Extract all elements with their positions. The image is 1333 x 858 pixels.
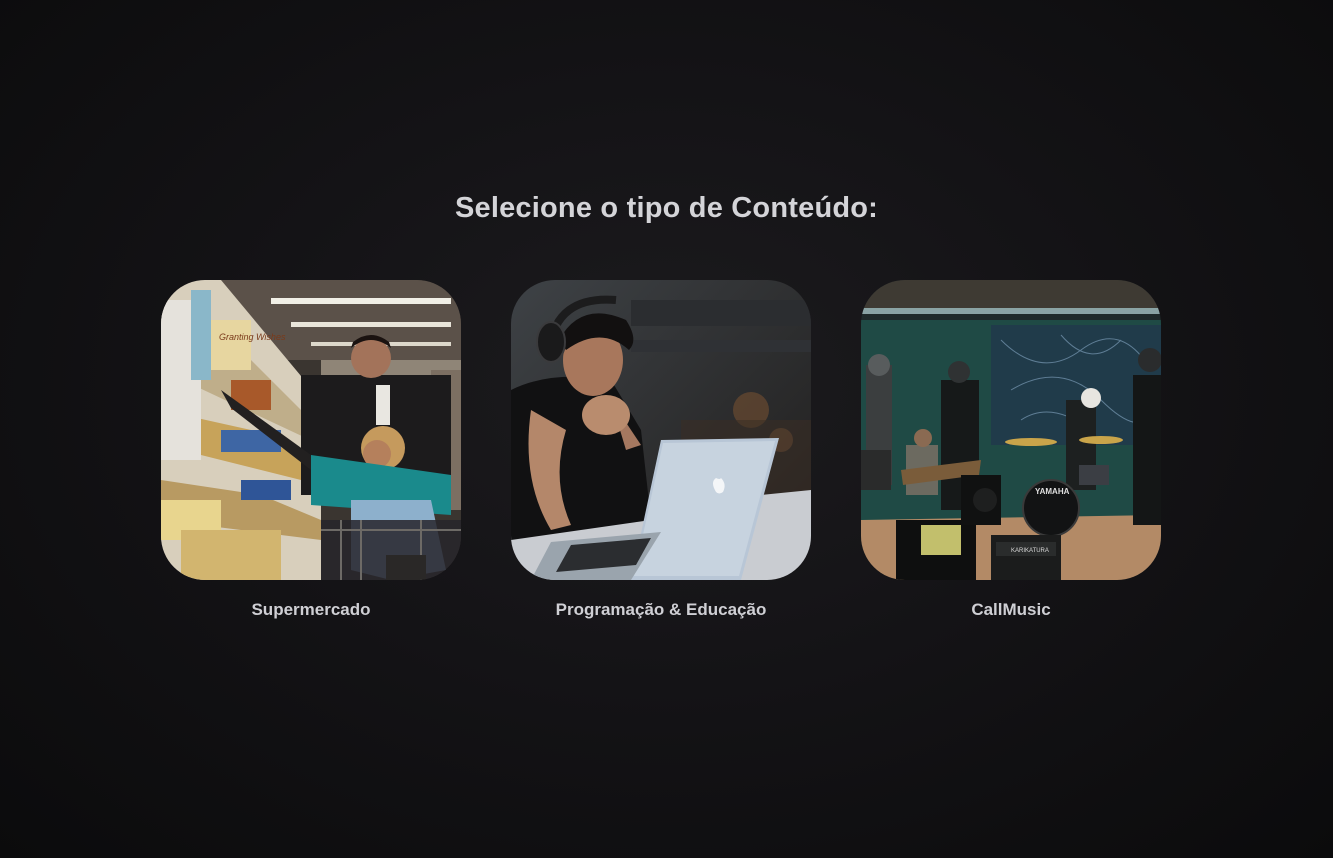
card-label[interactable]: Programação & Educação bbox=[511, 600, 811, 620]
content-type-grid: Granting Wishes Supermercado Programação… bbox=[161, 280, 1161, 640]
card-supermercado[interactable]: Granting Wishes Supermercado bbox=[161, 280, 461, 620]
card-label[interactable]: CallMusic bbox=[861, 600, 1161, 620]
page-title: Selecione o tipo de Conteúdo: bbox=[454, 192, 879, 224]
sign-text: KARIKATURA bbox=[1011, 548, 1049, 554]
band-image[interactable]: YAMAHA KARIKATURA bbox=[861, 280, 1161, 580]
card-programacao-educacao[interactable]: Programação & Educação bbox=[511, 280, 811, 620]
card-callmusic[interactable]: YAMAHA KARIKATURA CallMusic bbox=[861, 280, 1161, 620]
supermarket-image[interactable]: Granting Wishes bbox=[161, 280, 461, 580]
drum-brand-text: YAMAHA bbox=[1035, 487, 1070, 496]
programming-image[interactable] bbox=[511, 280, 811, 580]
card-label[interactable]: Supermercado bbox=[161, 600, 461, 620]
shelf-box-text: Granting Wishes bbox=[219, 332, 286, 342]
